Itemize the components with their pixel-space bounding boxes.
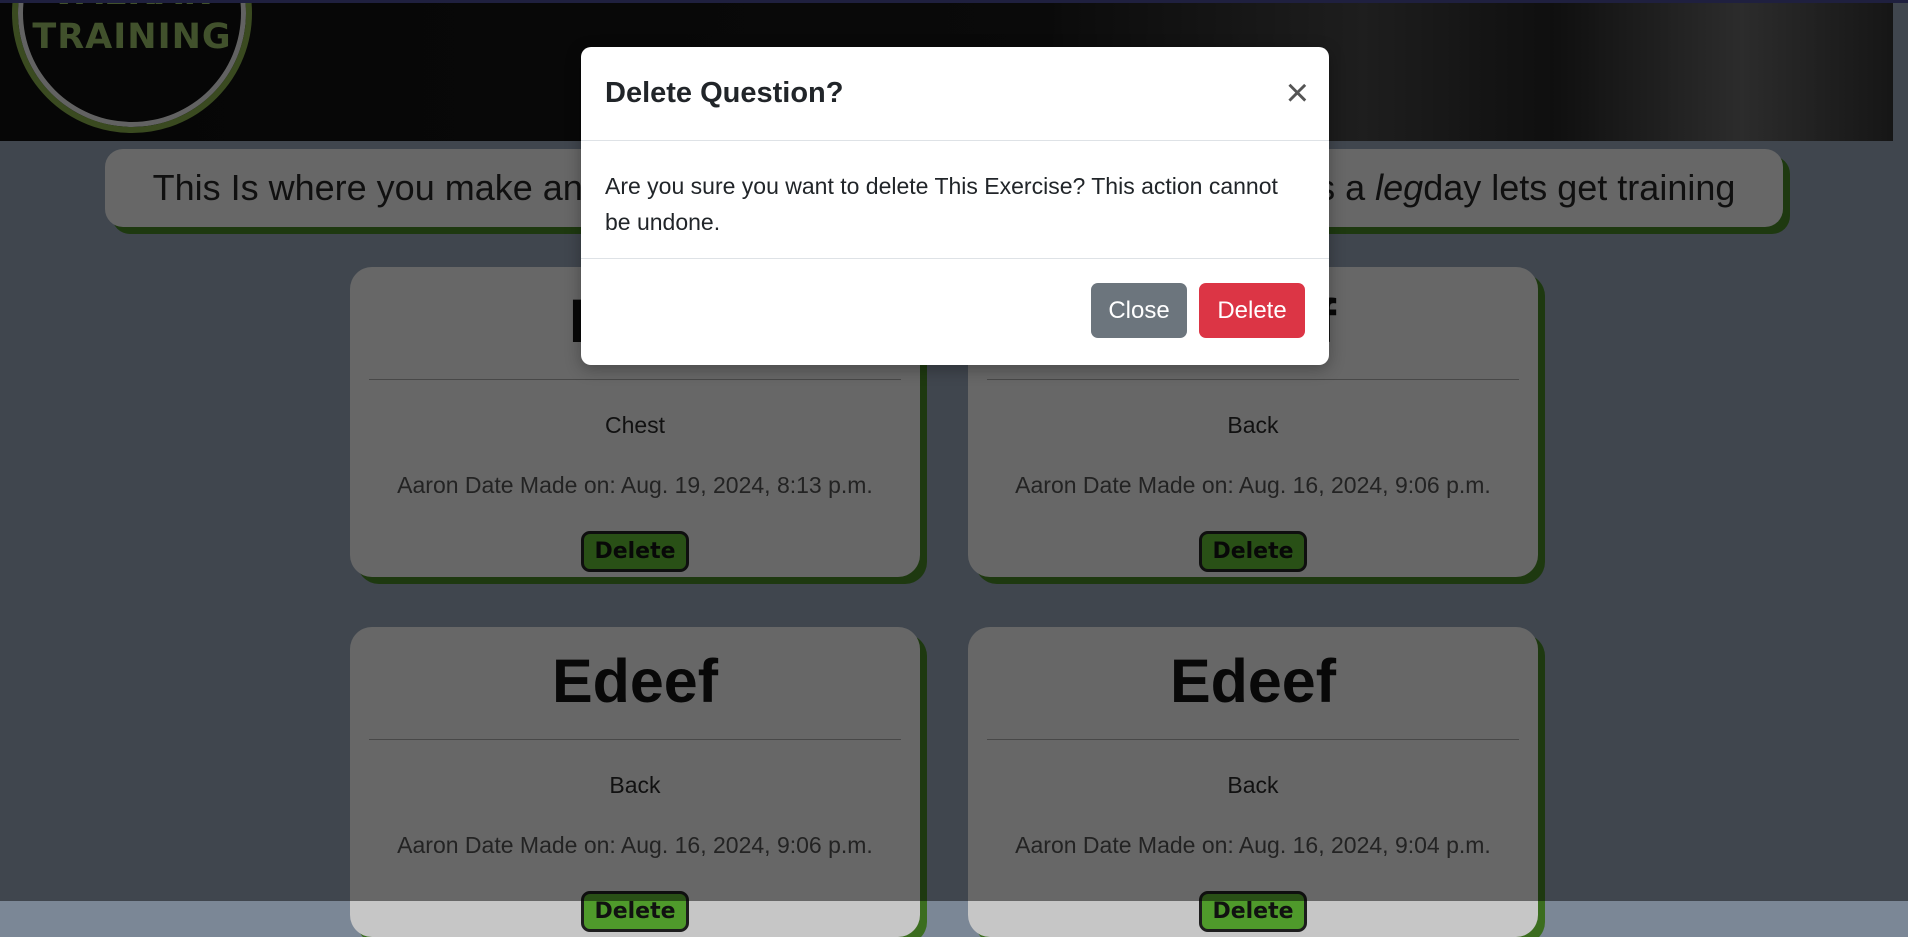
modal-footer: Close Delete <box>581 259 1329 364</box>
close-icon[interactable]: × <box>1286 73 1309 113</box>
modal-body: Are you sure you want to delete This Exe… <box>581 141 1329 259</box>
modal-header: Delete Question? × <box>581 47 1329 141</box>
modal-title: Delete Question? <box>605 77 844 109</box>
modal-message: Are you sure you want to delete This Exe… <box>605 173 1278 235</box>
delete-confirm-modal: Delete Question? × Are you sure you want… <box>581 47 1329 365</box>
close-button[interactable]: Close <box>1091 283 1187 338</box>
confirm-delete-button[interactable]: Delete <box>1199 283 1305 338</box>
